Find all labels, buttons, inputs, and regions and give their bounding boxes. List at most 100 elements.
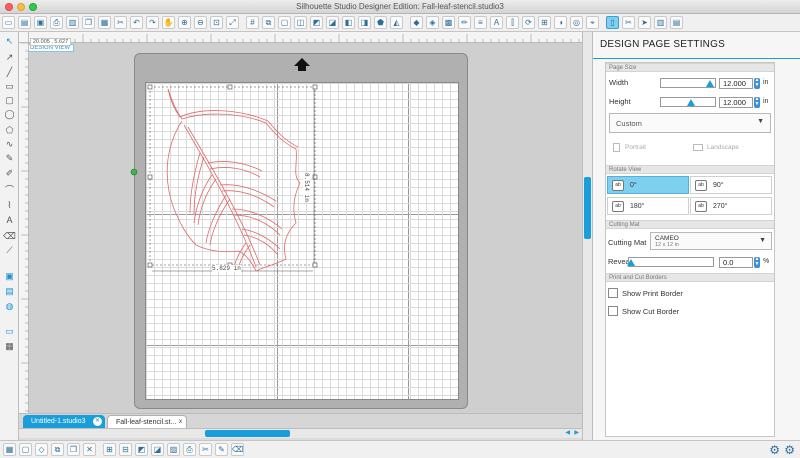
page-settings-icon[interactable]: ▯ <box>606 16 619 29</box>
curve-tool-icon[interactable]: ∿ <box>3 138 16 150</box>
settings-wheel-icon[interactable]: ⚙ <box>784 443 795 457</box>
store-icon[interactable]: ▥ <box>654 16 667 29</box>
compound-icon[interactable]: ◩ <box>310 16 323 29</box>
eraser-tool-icon[interactable]: ⌫ <box>3 230 16 242</box>
send-to-silhouette-icon[interactable]: ➤ <box>638 16 651 29</box>
reveal-stepper[interactable]: ▲ ▼ <box>754 257 760 268</box>
select-all-icon[interactable]: ▦ <box>3 443 16 456</box>
vertical-scrollbar[interactable] <box>582 32 592 440</box>
line-tool-icon[interactable]: ╱ <box>3 66 16 78</box>
duplicate-icon[interactable]: ⧉ <box>262 16 275 29</box>
fill-color-icon[interactable]: ◆ <box>410 16 423 29</box>
brush-tool-icon[interactable]: ✐ <box>3 167 16 179</box>
height-slider[interactable] <box>660 97 716 107</box>
align-icon[interactable]: ⫿ <box>506 16 519 29</box>
rotate-270-button[interactable]: ab 270° <box>690 197 772 215</box>
sign-icon[interactable]: ◭ <box>390 16 403 29</box>
cut-icon[interactable]: ✂ <box>114 16 127 29</box>
pan-icon[interactable]: ✋ <box>162 16 175 29</box>
library-icon[interactable]: ▤ <box>670 16 683 29</box>
fill-pattern-icon[interactable]: ▩ <box>442 16 455 29</box>
trash-icon[interactable]: ⌫ <box>231 443 244 456</box>
polyline-tool-icon[interactable]: ⌇ <box>3 199 16 211</box>
group-bottom-icon[interactable]: ⊞ <box>103 443 116 456</box>
fill-gradient-icon[interactable]: ◈ <box>426 16 439 29</box>
height-stepper[interactable]: ▲ ▼ <box>754 97 760 108</box>
image-icon[interactable]: ▨ <box>167 443 180 456</box>
paste-icon[interactable]: ▦ <box>98 16 111 29</box>
vertical-scroll-thumb[interactable] <box>584 177 591 239</box>
ungroup-icon[interactable]: ◫ <box>294 16 307 29</box>
weld-icon[interactable]: ⧉ <box>51 443 64 456</box>
arc-tool-icon[interactable]: ⌒ <box>3 184 16 196</box>
portrait-button[interactable]: Portrait <box>609 141 689 155</box>
design-view-icon[interactable]: ▣ <box>3 270 16 282</box>
print-cut-icon[interactable]: ▥ <box>66 16 79 29</box>
print-icon[interactable]: ⎙ <box>50 16 63 29</box>
rotate-handle-icon[interactable] <box>129 167 139 177</box>
cut-settings-icon[interactable]: ✂ <box>622 16 635 29</box>
show-cut-border-option[interactable]: Show Cut Border <box>608 306 768 318</box>
reveal-input[interactable]: 0.0 <box>719 257 753 268</box>
open-icon[interactable]: ▤ <box>18 16 31 29</box>
height-input[interactable]: 12.000 <box>719 97 753 108</box>
landscape-button[interactable]: Landscape <box>691 141 771 155</box>
duplicate-bottom-icon[interactable]: ❐ <box>67 443 80 456</box>
store-view-icon[interactable]: ◍ <box>3 300 16 312</box>
horizontal-scrollbar[interactable]: ◀ ▶ <box>19 428 582 438</box>
width-input[interactable]: 12.000 <box>719 78 753 89</box>
transform-icon[interactable]: ⟳ <box>522 16 535 29</box>
cutting-mat-dropdown[interactable]: CAMEO 12 x 12 in ▼ <box>650 232 772 250</box>
redo-icon[interactable]: ↷ <box>146 16 159 29</box>
pen-bottom-icon[interactable]: ✎ <box>215 443 228 456</box>
tab-fall-leaf-stencil[interactable]: Fall-leaf-stencil.st... x <box>107 415 187 428</box>
media-view-icon[interactable]: ▤ <box>3 285 16 297</box>
new-icon[interactable]: ▭ <box>2 16 15 29</box>
design-canvas[interactable]: DESIGN VIEW 5.829 in 8.514 in <box>29 43 582 413</box>
make-compound-icon[interactable]: ◩ <box>135 443 148 456</box>
rotate-180-button[interactable]: ab 180° <box>607 197 689 215</box>
layers-icon[interactable]: ▭ <box>3 325 16 337</box>
library-view-icon[interactable]: ▦ <box>3 340 16 352</box>
zoom-fit-icon[interactable]: ⤢ <box>226 16 239 29</box>
width-slider[interactable] <box>660 78 716 88</box>
release-icon[interactable]: ◪ <box>326 16 339 29</box>
copy-icon[interactable]: ❐ <box>82 16 95 29</box>
bring-front-icon[interactable]: ◧ <box>342 16 355 29</box>
scroll-right-icon[interactable]: ▶ <box>574 429 579 436</box>
reveal-slider[interactable] <box>627 257 714 267</box>
zoom-out-icon[interactable]: ⊖ <box>194 16 207 29</box>
freehand-tool-icon[interactable]: ✎ <box>3 152 16 164</box>
save-icon[interactable]: ▣ <box>34 16 47 29</box>
point-edit-icon[interactable]: ↗ <box>3 51 16 63</box>
text-style-icon[interactable]: A <box>490 16 503 29</box>
send-back-icon[interactable]: ◨ <box>358 16 371 29</box>
show-print-border-checkbox[interactable] <box>608 288 618 298</box>
undo-icon[interactable]: ↶ <box>130 16 143 29</box>
print-bottom-icon[interactable]: ⎙ <box>183 443 196 456</box>
trace-icon[interactable]: ⌖ <box>586 16 599 29</box>
leaf-design[interactable] <box>146 83 460 401</box>
release-compound-icon[interactable]: ◪ <box>151 443 164 456</box>
page-size-dropdown[interactable]: Custom ▼ <box>609 113 771 133</box>
deselect-icon[interactable]: ▢ <box>19 443 32 456</box>
width-slider-handle[interactable] <box>706 80 714 87</box>
grid-icon[interactable]: # <box>246 16 259 29</box>
horizontal-scroll-thumb[interactable] <box>205 430 290 437</box>
line-style-icon[interactable]: ≡ <box>474 16 487 29</box>
gear-icon[interactable]: ⚙ <box>769 443 780 457</box>
close-tab-icon[interactable]: ✕ <box>93 417 102 426</box>
delete-icon[interactable]: ✕ <box>83 443 96 456</box>
show-print-border-option[interactable]: Show Print Border <box>608 288 768 300</box>
zoom-box-icon[interactable]: ⊡ <box>210 16 223 29</box>
text-tool-icon[interactable]: A <box>3 214 16 226</box>
tab-untitled-1[interactable]: Untitled-1.studio3 ✕ <box>23 415 105 428</box>
replicate-icon[interactable]: ⊞ <box>538 16 551 29</box>
ellipse-tool-icon[interactable]: ◯ <box>3 108 16 120</box>
rounded-rectangle-icon[interactable]: ▢ <box>3 94 16 106</box>
width-stepper[interactable]: ▲ ▼ <box>754 78 760 89</box>
modify-icon[interactable]: ◑ <box>554 16 567 29</box>
offset-icon[interactable]: ◎ <box>570 16 583 29</box>
line-color-icon[interactable]: ✏ <box>458 16 471 29</box>
ungroup-bottom-icon[interactable]: ⊟ <box>119 443 132 456</box>
